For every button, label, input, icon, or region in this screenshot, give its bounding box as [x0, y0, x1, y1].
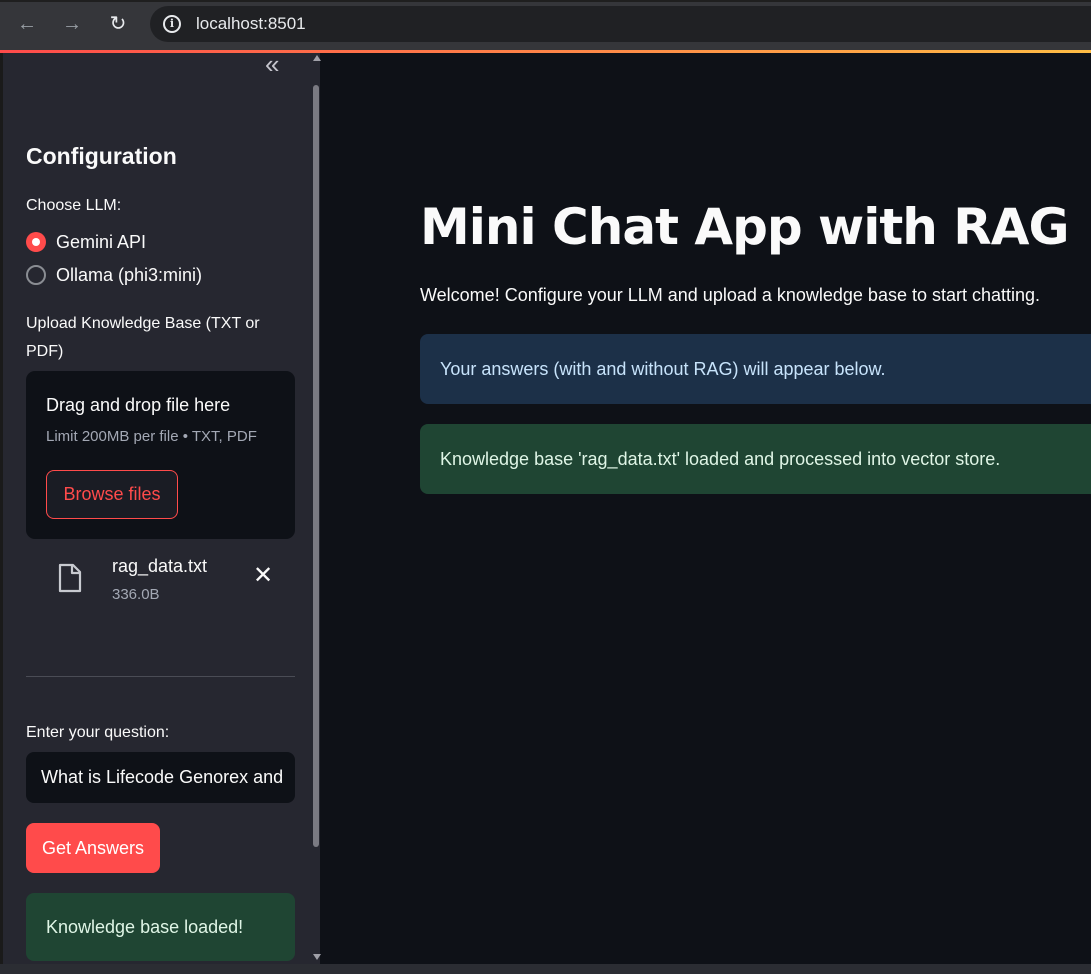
scrollbar-thumb[interactable] — [313, 85, 319, 847]
upload-label: Upload Knowledge Base (TXT or — [26, 315, 260, 332]
file-icon — [58, 563, 82, 598]
window-bottom-edge — [0, 964, 1091, 974]
url-text[interactable]: localhost:8501 — [196, 14, 306, 34]
success-alert: Knowledge base 'rag_data.txt' loaded and… — [420, 424, 1091, 494]
sidebar-scrollbar[interactable] — [310, 53, 322, 964]
question-input[interactable]: What is Lifecode Genorex and — [26, 752, 295, 803]
radio-unselected-icon[interactable] — [26, 265, 46, 285]
llm-choice-label: Choose LLM: — [26, 197, 122, 214]
dropzone-limit: Limit 200MB per file • TXT, PDF — [46, 428, 257, 445]
get-answers-button[interactable]: Get Answers — [26, 823, 160, 873]
upload-label-continued: PDF) — [26, 343, 64, 360]
site-info-icon[interactable]: i — [163, 15, 181, 33]
reload-icon[interactable]: ↻ — [103, 10, 133, 38]
radio-label: Ollama (phi3:mini) — [56, 264, 203, 285]
welcome-text: Welcome! Configure your LLM and upload a… — [420, 285, 1041, 305]
dropzone-title: Drag and drop file here — [46, 395, 231, 415]
info-alert: Your answers (with and without RAG) will… — [420, 334, 1091, 404]
question-label: Enter your question: — [26, 724, 170, 741]
remove-file-icon[interactable]: ✕ — [253, 564, 273, 588]
scroll-down-icon[interactable] — [313, 954, 321, 960]
radio-label: Gemini API — [56, 231, 147, 252]
browser-toolbar: ← → ↻ i localhost:8501 — [0, 0, 1091, 50]
sidebar: « Configuration Choose LLM: Gemini API O… — [0, 51, 322, 964]
radio-option-ollama[interactable]: Ollama (phi3:mini) — [26, 263, 202, 287]
sidebar-divider — [26, 676, 295, 677]
radio-option-gemini[interactable]: Gemini API — [26, 230, 146, 254]
file-dropzone[interactable]: Drag and drop file here Limit 200MB per … — [26, 371, 295, 539]
radio-selected-icon[interactable] — [26, 232, 46, 252]
uploaded-file-name: rag_data.txt — [112, 556, 208, 576]
page-title: Mini Chat App with RAG — [420, 198, 1070, 256]
back-arrow-icon[interactable]: ← — [12, 10, 42, 38]
sidebar-status-alert: Knowledge base loaded! — [26, 893, 295, 961]
forward-arrow-icon[interactable]: → — [57, 10, 87, 38]
uploaded-file-size: 336.0B — [112, 586, 160, 603]
scroll-up-icon[interactable] — [313, 55, 321, 61]
sidebar-title: Configuration — [26, 143, 177, 169]
collapse-sidebar-icon[interactable]: « — [265, 51, 279, 77]
address-bar[interactable]: i localhost:8501 — [150, 6, 1091, 42]
browse-files-button[interactable]: Browse files — [46, 470, 178, 519]
